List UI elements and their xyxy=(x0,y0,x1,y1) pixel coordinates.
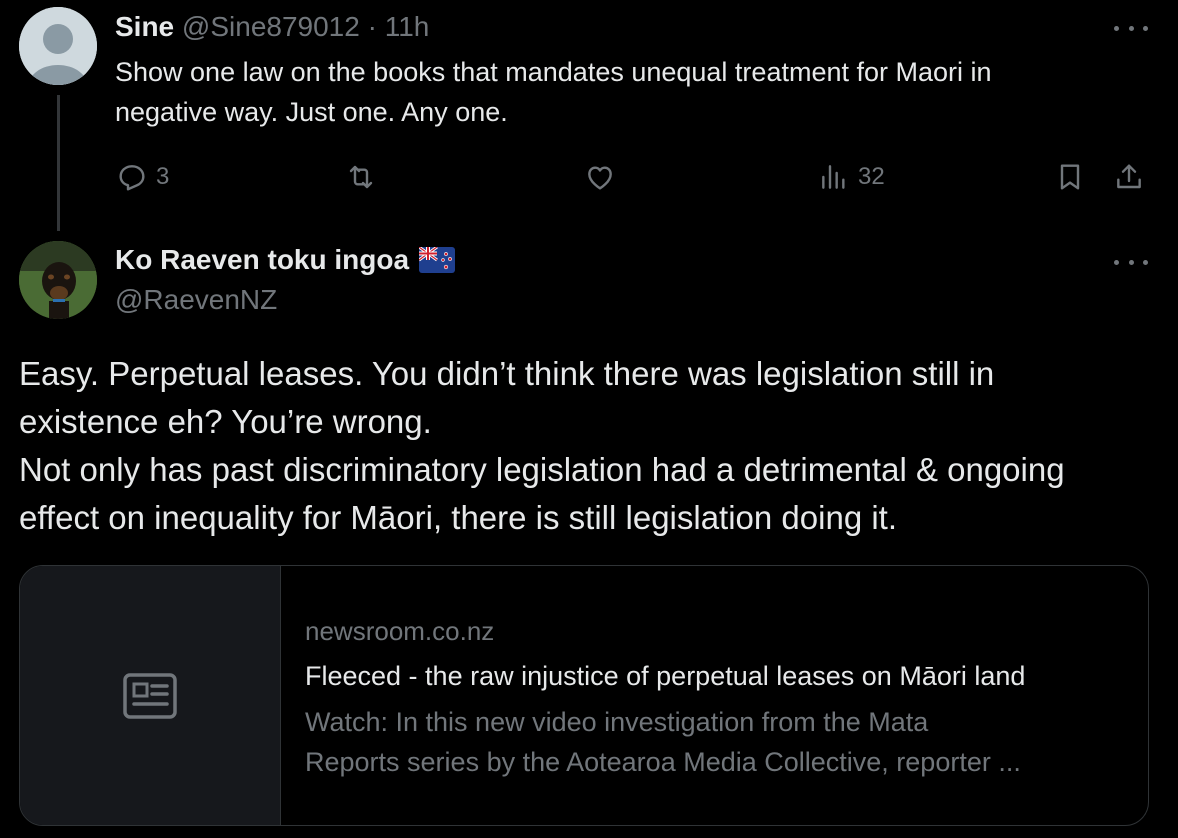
reply-text-line: Not only has past discriminatory legisla… xyxy=(19,451,1065,488)
new-zealand-flag-icon xyxy=(419,247,456,273)
like-button[interactable] xyxy=(583,157,625,197)
dot-icon xyxy=(1143,25,1148,31)
user-avatar-dog-photo[interactable] xyxy=(19,241,97,319)
parent-text-line: Show one law on the books that mandates … xyxy=(115,57,992,87)
default-avatar[interactable] xyxy=(19,7,97,85)
views-count: 32 xyxy=(858,163,885,190)
parent-text-line: negative way. Just one. Any one. xyxy=(115,97,508,127)
link-card-body: newsroom.co.nz Fleeced - the raw injusti… xyxy=(281,566,1148,825)
dot-icon xyxy=(1114,25,1119,31)
heart-icon xyxy=(588,166,612,190)
share-icon xyxy=(1117,164,1141,189)
link-preview-card[interactable]: newsroom.co.nz Fleeced - the raw injusti… xyxy=(19,565,1149,826)
dot-icon xyxy=(1114,259,1119,265)
views-button[interactable]: 32 xyxy=(818,157,885,197)
reply-display-name-row: Ko Raeven toku ingoa xyxy=(115,243,456,277)
reply-display-name[interactable]: Ko Raeven toku ingoa xyxy=(115,243,409,277)
retweet-button[interactable] xyxy=(344,157,386,197)
link-card-description-line: Watch: In this new video investigation f… xyxy=(305,707,929,737)
link-card-description-line: Reports series by the Aotearoa Media Col… xyxy=(305,747,1021,777)
parent-more-options-button[interactable] xyxy=(1114,22,1148,34)
reply-count: 3 xyxy=(156,163,170,190)
dot-icon xyxy=(1143,259,1148,265)
dot-icon xyxy=(1128,259,1134,265)
reply-text-line: Easy. Perpetual leases. You didn’t think… xyxy=(19,355,995,392)
link-card-description: Watch: In this new video investigation f… xyxy=(305,702,1125,782)
reply-tweet-text: Easy. Perpetual leases. You didn’t think… xyxy=(19,350,1159,542)
tweet-thread: Sine @Sine879012 · 11h Show one law on t… xyxy=(0,0,1178,838)
parent-handle[interactable]: @Sine879012 xyxy=(182,11,360,42)
reply-text-line: effect on inequality for Māori, there is… xyxy=(19,499,898,536)
link-card-domain: newsroom.co.nz xyxy=(305,616,495,646)
parent-display-name[interactable]: Sine xyxy=(115,11,174,42)
reply-text-line: existence eh? You’re wrong. xyxy=(19,403,432,440)
parent-tweet-text: Show one law on the books that mandates … xyxy=(115,52,1155,132)
parent-timestamp[interactable]: 11h xyxy=(385,11,430,42)
bookmark-button[interactable] xyxy=(1054,157,1086,197)
link-card-thumbnail xyxy=(20,566,281,825)
analytics-bar-icon xyxy=(822,165,845,189)
article-icon xyxy=(123,672,177,719)
reply-handle[interactable]: @RaevenNZ xyxy=(115,283,277,317)
thread-connector-line xyxy=(57,95,60,231)
dot-icon xyxy=(1128,25,1134,31)
bookmark-icon xyxy=(1060,164,1080,190)
reply-icon xyxy=(119,165,145,191)
parent-tweet-header: Sine @Sine879012 · 11h xyxy=(115,10,429,44)
reply-more-options-button[interactable] xyxy=(1114,256,1148,268)
header-separator: · xyxy=(367,11,377,42)
reply-button[interactable]: 3 xyxy=(116,157,169,197)
share-button[interactable] xyxy=(1113,157,1145,197)
retweet-icon xyxy=(349,165,373,189)
link-card-title[interactable]: Fleeced - the raw injustice of perpetual… xyxy=(305,658,1127,694)
